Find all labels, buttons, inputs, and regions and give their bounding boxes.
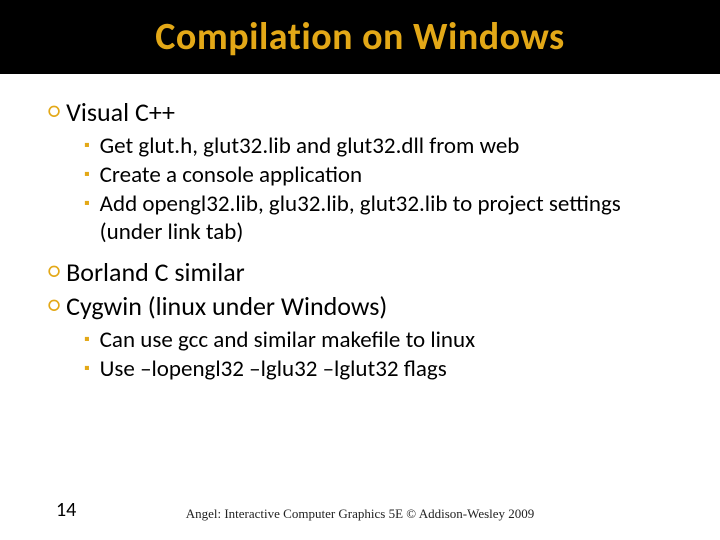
- square-bullet-icon: ▪: [84, 161, 90, 189]
- square-bullet-icon: ▪: [84, 132, 90, 160]
- bullet-text: Use –lopengl32 –lglu32 –lglut32 flags: [100, 355, 447, 383]
- slide-content: ○ Visual C++ ▪ Get glut.h, glut32.lib an…: [0, 74, 720, 383]
- bullet-text: Visual C++: [66, 96, 175, 128]
- bullet-text: Add opengl32.lib, glu32.lib, glut32.lib …: [100, 190, 660, 246]
- circle-bullet-icon: ○: [48, 290, 60, 320]
- footer-text: Angel: Interactive Computer Graphics 5E …: [0, 506, 720, 522]
- circle-bullet-icon: ○: [48, 256, 60, 286]
- bullet-level1: ○ Visual C++: [48, 96, 680, 128]
- title-band: Compilation on Windows: [0, 0, 720, 74]
- bullet-level2: ▪ Can use gcc and similar makefile to li…: [84, 326, 680, 354]
- bullet-text: Cygwin (linux under Windows): [66, 290, 387, 322]
- bullet-level2: ▪ Use –lopengl32 –lglu32 –lglut32 flags: [84, 355, 680, 383]
- bullet-level2: ▪ Get glut.h, glut32.lib and glut32.dll …: [84, 132, 680, 160]
- bullet-text: Get glut.h, glut32.lib and glut32.dll fr…: [100, 132, 520, 160]
- sublist: ▪ Can use gcc and similar makefile to li…: [84, 326, 680, 383]
- bullet-level2: ▪ Create a console application: [84, 161, 680, 189]
- slide-title: Compilation on Windows: [0, 14, 720, 60]
- bullet-text: Borland C similar: [66, 256, 245, 288]
- square-bullet-icon: ▪: [84, 190, 90, 218]
- bullet-level1: ○ Cygwin (linux under Windows): [48, 290, 680, 322]
- bullet-level1: ○ Borland C similar: [48, 256, 680, 288]
- bullet-level2: ▪ Add opengl32.lib, glu32.lib, glut32.li…: [84, 190, 680, 246]
- sublist: ▪ Get glut.h, glut32.lib and glut32.dll …: [84, 132, 680, 246]
- square-bullet-icon: ▪: [84, 326, 90, 354]
- circle-bullet-icon: ○: [48, 96, 60, 126]
- bullet-text: Create a console application: [100, 161, 362, 189]
- bullet-text: Can use gcc and similar makefile to linu…: [100, 326, 475, 354]
- square-bullet-icon: ▪: [84, 355, 90, 383]
